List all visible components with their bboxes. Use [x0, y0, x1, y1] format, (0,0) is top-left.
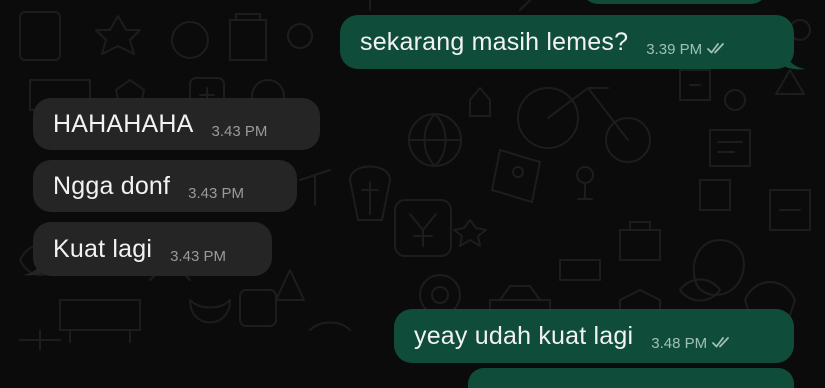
message-text: HAHAHAHA	[53, 109, 194, 138]
message-time: 3.43 PM	[211, 122, 268, 140]
message-bubble-outgoing[interactable]: yeay udah kuat lagi 3.48 PM	[394, 309, 794, 363]
message-bubble-outgoing[interactable]: sekarang masih lemes? 3.39 PM	[340, 15, 794, 69]
previous-outgoing-bubble	[582, 0, 767, 4]
message-bubble-incoming[interactable]: HAHAHAHA 3.43 PM	[33, 98, 320, 150]
message-text: yeay udah kuat lagi	[414, 321, 634, 350]
bubble-tail	[784, 52, 806, 70]
message-text: Kuat lagi	[53, 234, 153, 263]
message-text: Ngga donf	[53, 171, 171, 200]
message-time: 3.43 PM	[170, 247, 226, 265]
message-bubble-incoming[interactable]: Ngga donf 3.43 PM	[33, 160, 297, 212]
bubble-tail	[22, 258, 44, 276]
message-text: sekarang masih lemes?	[360, 27, 629, 56]
message-time: 3.48 PM	[651, 334, 708, 352]
next-outgoing-bubble	[468, 368, 794, 388]
message-time: 3.43 PM	[188, 184, 245, 202]
double-check-icon	[706, 41, 728, 55]
message-time: 3.39 PM	[646, 40, 703, 58]
message-bubble-incoming[interactable]: Kuat lagi 3.43 PM	[33, 222, 272, 276]
double-check-icon	[711, 335, 733, 349]
